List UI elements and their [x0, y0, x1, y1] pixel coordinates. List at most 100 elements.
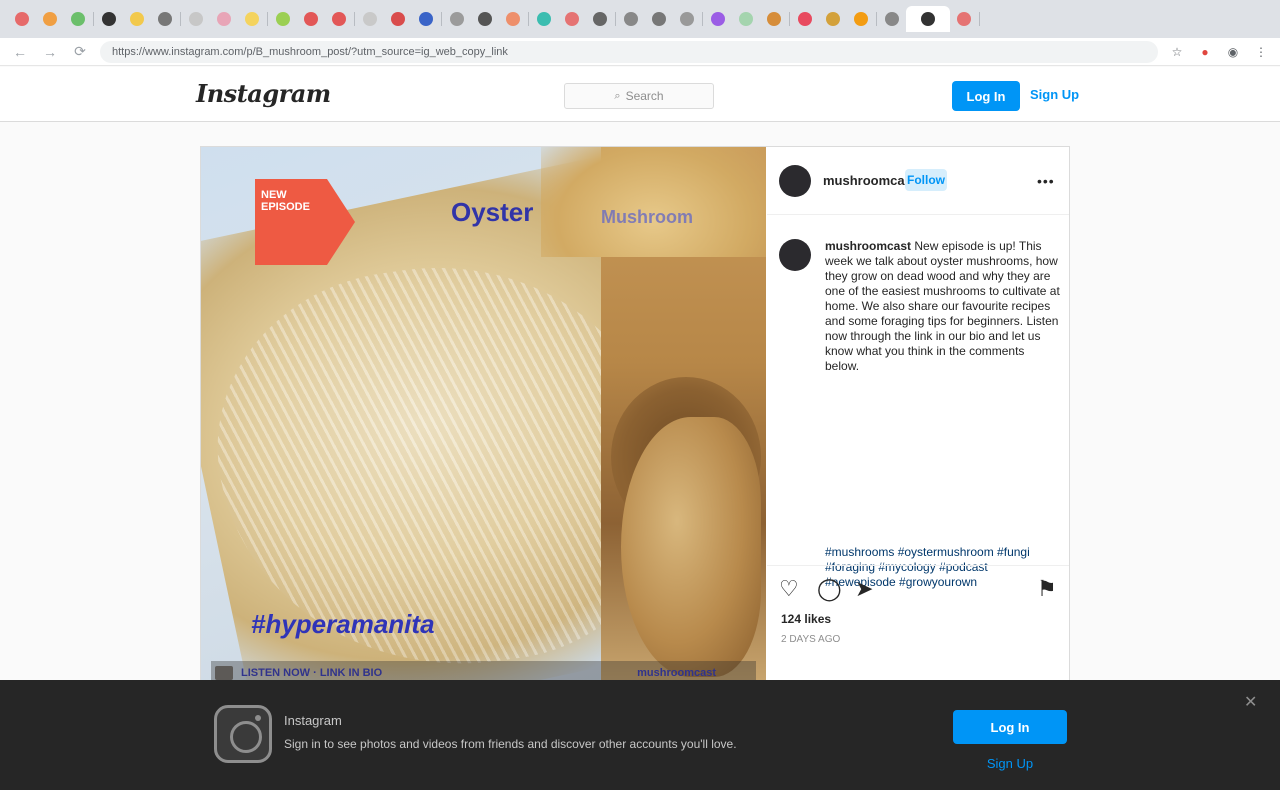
tab-favicon-icon	[739, 12, 753, 26]
instagram-logo[interactable]: Instagram	[196, 79, 331, 108]
tab-favicon-icon	[921, 12, 935, 26]
post-header: mushroomcast Follow •••	[767, 147, 1069, 215]
browser-tab[interactable]	[412, 6, 440, 32]
browser-tabstrip	[0, 0, 1280, 38]
tab-separator	[93, 12, 94, 26]
browser-tab[interactable]	[586, 6, 614, 32]
more-options-icon[interactable]: •••	[1037, 173, 1055, 189]
browser-toolbar: ← → ⟳ https://www.instagram.com/p/B_mush…	[0, 38, 1280, 66]
browser-tab[interactable]	[210, 6, 238, 32]
tab-favicon-icon	[537, 12, 551, 26]
browser-tab[interactable]	[950, 6, 978, 32]
browser-tab[interactable]	[95, 6, 123, 32]
post-card: NEW EPISODE Oyster Mushroom #hyperamanit…	[200, 146, 1070, 686]
browser-tab[interactable]	[36, 6, 64, 32]
browser-tab[interactable]	[325, 6, 353, 32]
browser-tab[interactable]	[384, 6, 412, 32]
reload-button[interactable]: ⟳	[70, 42, 90, 62]
tab-favicon-icon	[276, 12, 290, 26]
tab-favicon-icon	[854, 12, 868, 26]
browser-tab[interactable]	[356, 6, 384, 32]
tab-favicon-icon	[363, 12, 377, 26]
caption-body: New episode is up! This week we talk abo…	[825, 239, 1060, 373]
heart-icon[interactable]: ♡	[779, 578, 799, 600]
footer-left-text: LISTEN NOW · LINK IN BIO	[241, 667, 383, 679]
bookmark-icon[interactable]: ⚑	[1037, 578, 1057, 600]
tab-separator	[528, 12, 529, 26]
caption-text: mushroomcast New episode is up! This wee…	[825, 239, 1061, 374]
tab-favicon-icon	[102, 12, 116, 26]
tab-separator	[615, 12, 616, 26]
forward-button[interactable]: →	[40, 42, 60, 62]
browser-tab[interactable]	[673, 6, 701, 32]
browser-tab[interactable]	[645, 6, 673, 32]
browser-tab[interactable]	[499, 6, 527, 32]
footer-right-text: mushroomcast	[637, 667, 716, 679]
back-button[interactable]: ←	[10, 42, 30, 62]
search-icon: ⌕	[614, 89, 621, 102]
tab-favicon-icon	[71, 12, 85, 26]
browser-tab[interactable]	[878, 6, 906, 32]
browser-tab[interactable]	[791, 6, 819, 32]
browser-tab[interactable]	[558, 6, 586, 32]
search-input[interactable]: ⌕ Search	[564, 83, 714, 109]
browser-tab[interactable]	[297, 6, 325, 32]
avatar[interactable]	[779, 165, 811, 197]
browser-tab[interactable]	[617, 6, 645, 32]
caption-avatar[interactable]	[779, 239, 811, 271]
tab-favicon-icon	[885, 12, 899, 26]
address-bar[interactable]: https://www.instagram.com/p/B_mushroom_p…	[100, 40, 1158, 63]
profile-icon[interactable]: ◉	[1224, 43, 1242, 61]
tab-favicon-icon	[130, 12, 144, 26]
likes-count[interactable]: 124 likes	[781, 612, 831, 626]
podcast-icon	[215, 666, 233, 680]
browser-tab[interactable]	[269, 6, 297, 32]
star-icon[interactable]: ☆	[1168, 43, 1186, 61]
login-banner: Instagram Sign in to see photos and vide…	[0, 680, 1280, 790]
search-placeholder: Search	[625, 89, 664, 103]
instagram-camera-icon	[214, 705, 272, 763]
browser-tab[interactable]	[732, 6, 760, 32]
post-image[interactable]: NEW EPISODE Oyster Mushroom #hyperamanit…	[201, 147, 766, 685]
browser-tab[interactable]	[151, 6, 179, 32]
tab-separator	[702, 12, 703, 26]
browser-tab[interactable]	[8, 6, 36, 32]
caption-username[interactable]: mushroomcast	[825, 239, 911, 253]
login-button[interactable]: Log In	[952, 81, 1020, 111]
browser-tab[interactable]	[704, 6, 732, 32]
banner-signup-link[interactable]: Sign Up	[953, 756, 1067, 771]
tab-separator	[180, 12, 181, 26]
post-actions: ♡ ◯ ➤ ⚑ 124 likes 2 days ago	[767, 565, 1069, 685]
caption: mushroomcast New episode is up! This wee…	[767, 225, 1069, 589]
browser-tab[interactable]	[760, 6, 788, 32]
banner-login-button[interactable]: Log In	[953, 710, 1067, 744]
extension-icon[interactable]: ●	[1196, 43, 1214, 61]
tab-favicon-icon	[680, 12, 694, 26]
browser-tab[interactable]	[64, 6, 92, 32]
menu-icon[interactable]: ⋮	[1252, 43, 1270, 61]
share-icon[interactable]: ➤	[855, 578, 873, 600]
tab-favicon-icon	[652, 12, 666, 26]
browser-tab[interactable]	[123, 6, 151, 32]
post-sidebar: mushroomcast Follow ••• mushroomcast New…	[767, 147, 1069, 685]
post-username[interactable]: mushroomcast	[823, 173, 916, 188]
browser-tab[interactable]	[530, 6, 558, 32]
browser-tab[interactable]	[238, 6, 266, 32]
signup-link[interactable]: Sign Up	[1030, 87, 1079, 102]
close-icon[interactable]: ✕	[1244, 692, 1257, 712]
browser-tab[interactable]	[906, 6, 950, 32]
browser-tab[interactable]	[819, 6, 847, 32]
tab-favicon-icon	[419, 12, 433, 26]
follow-button[interactable]: Follow	[905, 169, 947, 191]
overlay-title: Oyster	[451, 197, 534, 227]
browser-tab[interactable]	[471, 6, 499, 32]
comment-icon[interactable]: ◯	[817, 578, 842, 600]
browser-tab[interactable]	[443, 6, 471, 32]
tab-separator	[979, 12, 980, 26]
browser-tab[interactable]	[847, 6, 875, 32]
mushroom-top	[541, 147, 766, 257]
tab-favicon-icon	[798, 12, 812, 26]
tab-favicon-icon	[478, 12, 492, 26]
browser-tab[interactable]	[182, 6, 210, 32]
tab-favicon-icon	[450, 12, 464, 26]
